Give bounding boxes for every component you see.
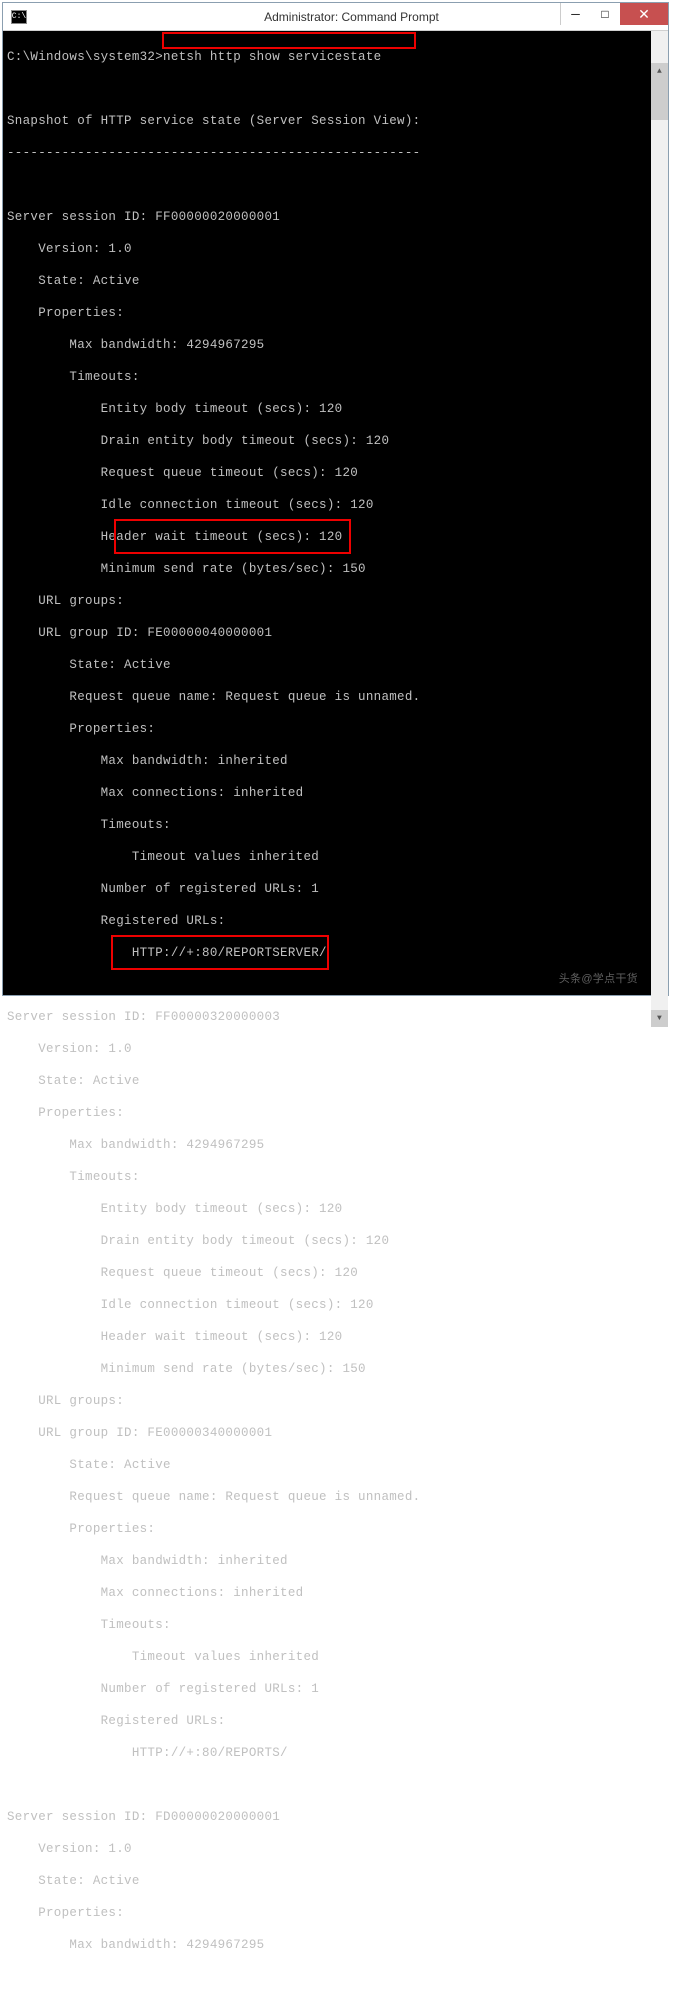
prompt-line: C:\Windows\system32>netsh http show serv… bbox=[7, 49, 664, 65]
window-controls: ─ □ ✕ bbox=[560, 3, 668, 25]
output-line: Version: 1.0 bbox=[7, 1841, 664, 1857]
output-line: Timeouts: bbox=[7, 1617, 664, 1633]
output-line: Entity body timeout (secs): 120 bbox=[7, 401, 664, 417]
command-prompt-window: C:\ Administrator: Command Prompt ─ □ ✕ … bbox=[2, 2, 669, 996]
output-line: Max bandwidth: 4294967295 bbox=[7, 1137, 664, 1153]
scroll-track[interactable] bbox=[651, 120, 668, 1010]
output-line: Header wait timeout (secs): 120 bbox=[7, 1329, 664, 1345]
output-line: HTTP://+:80/REPORTSERVER/ bbox=[7, 945, 664, 961]
output-line: Max connections: inherited bbox=[7, 785, 664, 801]
output-line: Server session ID: FF00000320000003 bbox=[7, 1009, 664, 1025]
vertical-scrollbar[interactable]: ▲ ▼ bbox=[651, 31, 668, 995]
titlebar[interactable]: C:\ Administrator: Command Prompt ─ □ ✕ bbox=[3, 3, 668, 31]
output-line: URL groups: bbox=[7, 1393, 664, 1409]
output-line: Minimum send rate (bytes/sec): 150 bbox=[7, 1361, 664, 1377]
output-line: State: Active bbox=[7, 1457, 664, 1473]
output-line: Idle connection timeout (secs): 120 bbox=[7, 497, 664, 513]
output-line: Properties: bbox=[7, 1105, 664, 1121]
output-line: HTTP://+:80/REPORTS/ bbox=[7, 1745, 664, 1761]
output-line: Entity body timeout (secs): 120 bbox=[7, 1201, 664, 1217]
close-button[interactable]: ✕ bbox=[620, 3, 668, 25]
output-line: Server session ID: FD00000020000001 bbox=[7, 1809, 664, 1825]
scroll-up-icon[interactable]: ▲ bbox=[651, 63, 668, 80]
output-line: Idle connection timeout (secs): 120 bbox=[7, 1297, 664, 1313]
output-line: Request queue name: Request queue is unn… bbox=[7, 1489, 664, 1505]
output-line: Timeout values inherited bbox=[7, 849, 664, 865]
output-line: Request queue timeout (secs): 120 bbox=[7, 465, 664, 481]
output-line: Timeouts: bbox=[7, 1169, 664, 1185]
watermark-text: 头条@学点干货 bbox=[559, 971, 638, 987]
scroll-down-icon[interactable]: ▼ bbox=[651, 1010, 668, 1027]
terminal-viewport[interactable]: C:\Windows\system32>netsh http show serv… bbox=[3, 31, 668, 995]
output-line: Properties: bbox=[7, 305, 664, 321]
output-line: Timeouts: bbox=[7, 369, 664, 385]
output-line: URL group ID: FE00000340000001 bbox=[7, 1425, 664, 1441]
output-line: URL groups: bbox=[7, 593, 664, 609]
output-line: State: Active bbox=[7, 1873, 664, 1889]
output-line: Number of registered URLs: 1 bbox=[7, 1681, 664, 1697]
output-line: Properties: bbox=[7, 1521, 664, 1537]
output-line: Header wait timeout (secs): 120 bbox=[7, 529, 664, 545]
output-line: Max bandwidth: inherited bbox=[7, 1553, 664, 1569]
output-line: Max connections: inherited bbox=[7, 1585, 664, 1601]
output-line: Request queue name: Request queue is unn… bbox=[7, 689, 664, 705]
output-line: Drain entity body timeout (secs): 120 bbox=[7, 1233, 664, 1249]
output-line: Registered URLs: bbox=[7, 913, 664, 929]
minimize-button[interactable]: ─ bbox=[560, 3, 590, 25]
output-line: Number of registered URLs: 1 bbox=[7, 881, 664, 897]
output-line: Server session ID: FF00000020000001 bbox=[7, 209, 664, 225]
output-line: State: Active bbox=[7, 273, 664, 289]
output-line: State: Active bbox=[7, 1073, 664, 1089]
output-line: Timeouts: bbox=[7, 817, 664, 833]
output-line: Minimum send rate (bytes/sec): 150 bbox=[7, 561, 664, 577]
output-line: Version: 1.0 bbox=[7, 1041, 664, 1057]
command-text: netsh http show servicestate bbox=[163, 50, 381, 64]
scroll-thumb[interactable] bbox=[651, 80, 668, 120]
output-line: Max bandwidth: 4294967295 bbox=[7, 337, 664, 353]
output-line: Max bandwidth: inherited bbox=[7, 753, 664, 769]
maximize-button[interactable]: □ bbox=[590, 3, 620, 25]
console-icon: C:\ bbox=[11, 10, 27, 24]
output-line: Drain entity body timeout (secs): 120 bbox=[7, 433, 664, 449]
output-line: ----------------------------------------… bbox=[7, 145, 664, 161]
prompt-path: C:\Windows\system32> bbox=[7, 50, 163, 64]
output-line: Properties: bbox=[7, 721, 664, 737]
output-line: State: Active bbox=[7, 657, 664, 673]
highlight-command bbox=[162, 32, 416, 49]
output-line: Timeout values inherited bbox=[7, 1649, 664, 1665]
output-line: Version: 1.0 bbox=[7, 241, 664, 257]
output-line: Properties: bbox=[7, 1905, 664, 1921]
output-line: Registered URLs: bbox=[7, 1713, 664, 1729]
output-line: Snapshot of HTTP service state (Server S… bbox=[7, 113, 664, 129]
output-line: Request queue timeout (secs): 120 bbox=[7, 1265, 664, 1281]
output-line: Max bandwidth: 4294967295 bbox=[7, 1937, 664, 1953]
output-line: URL group ID: FE00000040000001 bbox=[7, 625, 664, 641]
